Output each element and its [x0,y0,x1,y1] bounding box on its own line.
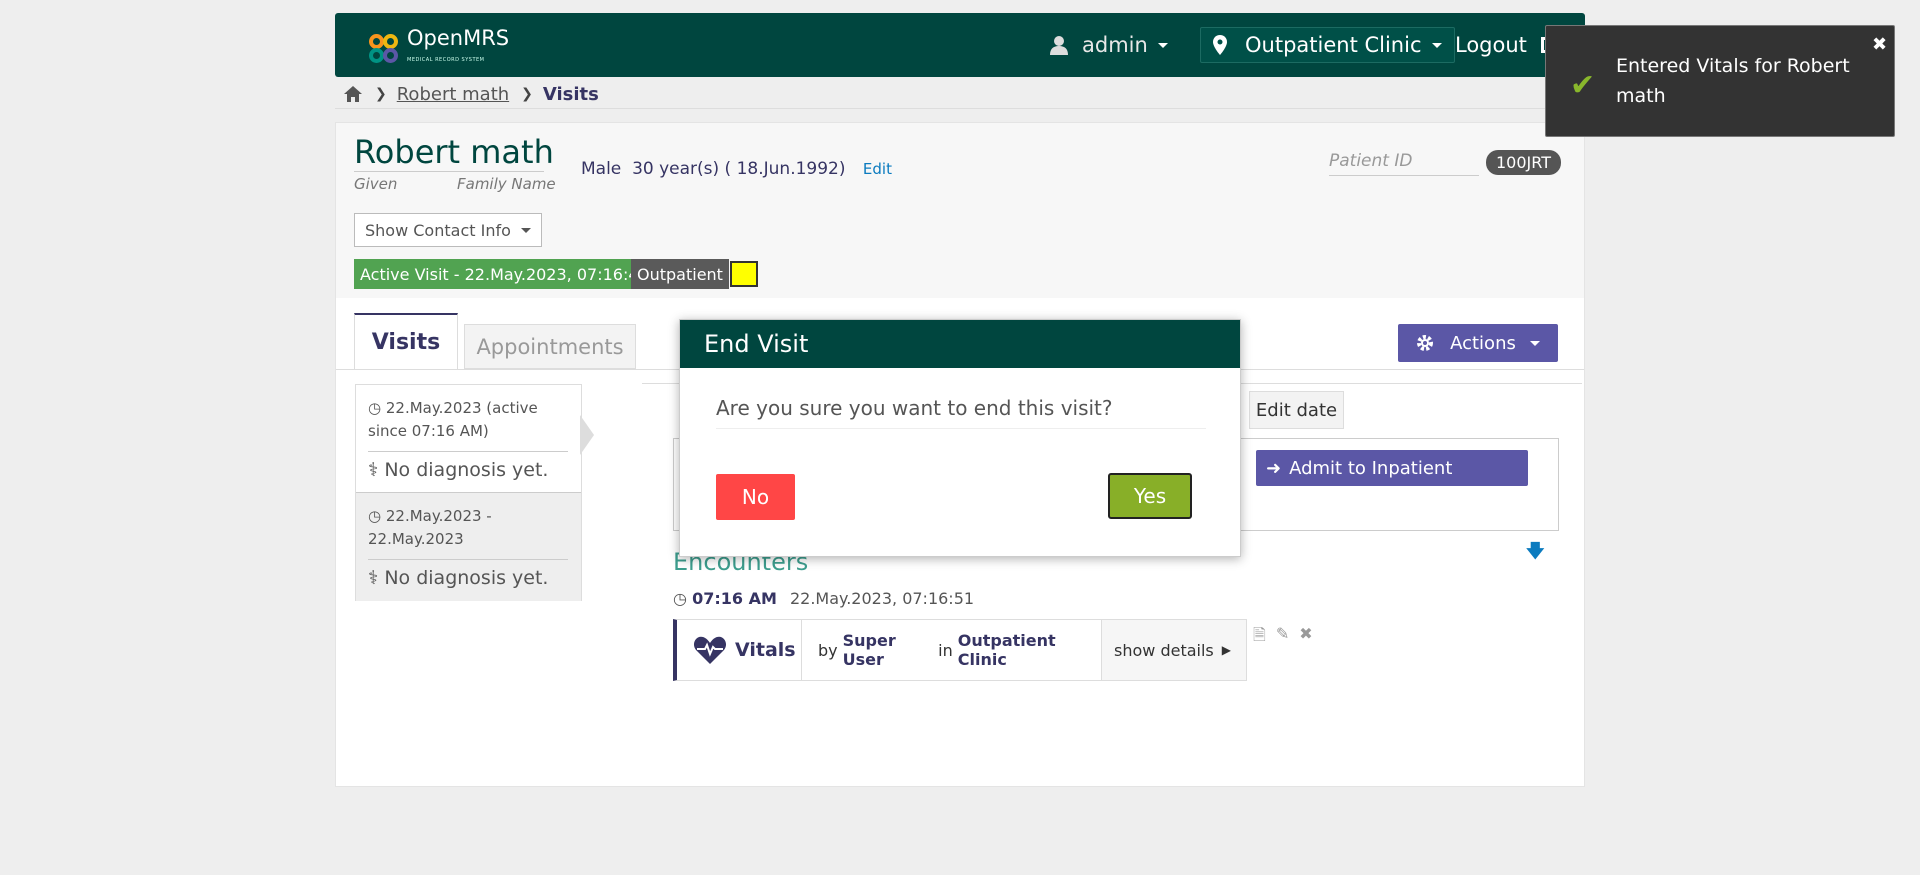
actions-label: Actions [1450,332,1516,354]
encounter-location: Outpatient Clinic [957,631,1056,669]
delete-icon[interactable]: ✖ [1299,624,1312,651]
arrow-down-icon[interactable]: 🡇 [1526,539,1545,569]
clock-icon: ◷ [368,507,382,525]
user-menu[interactable]: admin [1050,13,1168,77]
close-icon[interactable]: ✖ [1872,34,1887,55]
logo-subtext: MEDICAL RECORD SYSTEM [407,57,485,63]
breadcrumb: ❯ Robert math ❯ Visits [343,80,599,108]
stethoscope-icon: ⚕ [368,567,379,589]
chevron-right-icon: ❯ [521,86,533,102]
sign-in-icon: ➜ [1266,457,1282,479]
given-name-label: Given [354,175,398,193]
active-visit-badge: Active Visit - 22.May.2023, 07:16:44 [354,259,655,289]
top-header: OpenMRS MEDICAL RECORD SYSTEM admin Outp… [335,13,1585,77]
visit-diagnosis: ⚕ No diagnosis yet. [368,567,549,589]
breadcrumb-patient-link[interactable]: Robert math [397,84,509,105]
patient-name: Robert math [354,133,554,171]
encounter-time: ◷ 07:16 AM 22.May.2023, 07:16:51 [673,589,974,608]
visit-date: ◷ 22.May.2023 (active since 07:16 AM) [368,399,538,440]
yes-button[interactable]: Yes [1108,473,1192,519]
heartbeat-icon [693,636,727,664]
show-contact-info-button[interactable]: Show Contact Info [354,213,542,247]
encounter-datetime: 22.May.2023, 07:16:51 [789,589,975,608]
visit-type-badge: Outpatient [631,259,729,289]
tab-appointments[interactable]: Appointments [464,324,636,369]
edit-patient-link[interactable]: Edit [863,160,892,178]
family-name-label: Family Name [457,175,556,193]
stethoscope-icon: ⚕ [368,459,379,481]
caret-right-icon: ▶ [1221,643,1231,657]
chevron-down-icon [1157,42,1168,48]
success-toast: ✔ Entered Vitals for Robert math ✖ [1545,25,1895,137]
patient-info-text: Male 30 year(s) ( 18.Jun.1992) [581,159,846,179]
pencil-icon[interactable]: ✎ [1276,624,1289,651]
dialog-title: End Visit [680,320,1240,368]
checkmark-icon: ✔ [1570,68,1596,103]
clock-icon: ◷ [673,589,687,608]
encounter-row: Vitals by Super User in Outpatient Clini… [673,619,1247,681]
visit-list: ◷ 22.May.2023 (active since 07:16 AM) ⚕ … [355,384,582,601]
tab-visits[interactable]: Visits [354,313,458,369]
selected-pointer [580,415,594,455]
divider [368,559,568,560]
chevron-right-icon: ❯ [375,86,387,102]
logo-text: OpenMRS [407,26,510,50]
patient-demographics: Male 30 year(s) ( 18.Jun.1992) Edit [581,159,892,179]
admit-to-inpatient-button[interactable]: ➜ Admit to Inpatient [1256,450,1528,486]
encounter-provider: by Super User in Outpatient Clinic [802,620,1102,680]
chevron-down-icon [1431,42,1442,48]
no-button[interactable]: No [716,474,795,520]
dialog-question: Are you sure you want to end this visit? [716,396,1206,429]
user-icon [1050,36,1068,55]
gear-icon [1417,335,1434,351]
show-details-button[interactable]: show details ▶ [1102,620,1246,680]
sticky-note-icon[interactable] [730,261,758,287]
provider-name: Super User [842,631,896,669]
actions-button[interactable]: Actions [1398,324,1558,362]
contact-btn-label: Show Contact Info [365,220,511,240]
name-underline [354,171,544,172]
patient-id-label: Patient ID [1329,151,1479,176]
visit-date: ◷ 22.May.2023 - 22.May.2023 [368,507,492,548]
visit-list-item[interactable]: ◷ 22.May.2023 (active since 07:16 AM) ⚕ … [356,385,581,493]
logout-label: Logout [1455,33,1527,57]
edit-date-button[interactable]: Edit date [1249,391,1344,429]
user-name: admin [1082,33,1148,57]
document-icon[interactable]: 🗎 [1253,624,1266,651]
home-icon[interactable] [343,85,363,103]
map-marker-icon [1213,35,1227,55]
clock-icon: ◷ [368,399,382,417]
chevron-down-icon [520,227,531,233]
patient-id-badge: 100JRT [1486,150,1561,175]
breadcrumb-current: Visits [542,83,599,105]
encounter-time-short: 07:16 AM [692,589,777,608]
divider [368,451,568,452]
encounter-icons: 🗎 ✎ ✖ [1253,624,1313,651]
openmrs-logo[interactable]: OpenMRS MEDICAL RECORD SYSTEM [367,27,509,71]
visit-list-item[interactable]: ◷ 22.May.2023 - 22.May.2023 ⚕ No diagnos… [356,493,581,601]
visit-diagnosis: ⚕ No diagnosis yet. [368,459,549,481]
toast-message: Entered Vitals for Robert math [1616,55,1850,107]
logo-mark-icon [367,32,401,66]
location-name: Outpatient Clinic [1245,33,1422,57]
encounter-type: Vitals [677,620,802,680]
end-visit-dialog: End Visit Are you sure you want to end t… [679,319,1241,557]
chevron-down-icon [1529,340,1540,346]
breadcrumb-divider [335,108,1585,109]
admit-label: Admit to Inpatient [1289,457,1453,479]
location-selector[interactable]: Outpatient Clinic [1200,27,1455,63]
patient-header: Robert math Given Family Name Male 30 ye… [336,123,1584,298]
